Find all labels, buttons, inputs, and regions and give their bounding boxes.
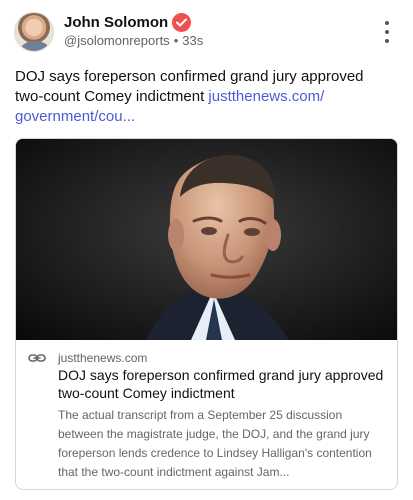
check-icon xyxy=(176,18,188,26)
author-name[interactable]: John Solomon xyxy=(64,14,168,31)
post-header: John Solomon @jsolomonreports • 33s xyxy=(14,10,399,54)
post-text: DOJ says foreperson confirmed grand jury… xyxy=(15,67,393,127)
card-title[interactable]: DOJ says foreperson confirmed grand jury… xyxy=(58,366,384,402)
author-name-row: John Solomon xyxy=(64,12,192,32)
author-handle[interactable]: @jsolomonreports xyxy=(64,33,170,48)
more-vertical-icon[interactable] xyxy=(381,21,393,43)
link-card-body[interactable]: justthenews.com DOJ says foreperson conf… xyxy=(16,340,397,489)
portrait-photo xyxy=(16,139,397,340)
post-time[interactable]: 33s xyxy=(182,33,203,48)
author-meta: @jsolomonreports • 33s xyxy=(64,33,203,48)
article-image[interactable] xyxy=(16,139,397,340)
meta-separator: • xyxy=(173,33,179,48)
link-preview-card[interactable]: justthenews.com DOJ says foreperson conf… xyxy=(15,138,398,490)
link-icon xyxy=(28,354,46,362)
card-description: The actual transcript from a September 2… xyxy=(58,408,372,479)
author-avatar[interactable] xyxy=(14,12,54,52)
avatar-shirt xyxy=(21,41,49,51)
verified-badge-icon xyxy=(172,12,192,32)
social-post: John Solomon @jsolomonreports • 33s DOJ sa… xyxy=(0,0,413,500)
card-domain[interactable]: justthenews.com xyxy=(58,351,147,365)
